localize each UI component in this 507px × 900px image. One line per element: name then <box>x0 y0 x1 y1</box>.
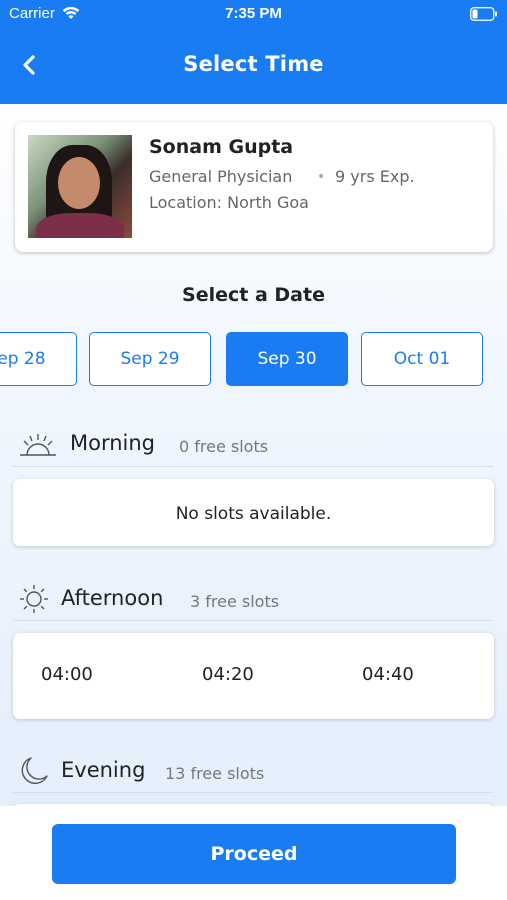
time-slot-0440[interactable]: 04:40 <box>362 664 414 685</box>
morning-title: Morning <box>70 431 156 455</box>
content-area: Sonam Gupta General Physician • 9 yrs Ex… <box>0 104 507 806</box>
select-date-title: Select a Date <box>182 284 325 306</box>
date-chip-sep-29[interactable]: Sep 29 <box>89 332 211 386</box>
sun-icon <box>20 585 48 613</box>
separator-dot: • <box>317 169 326 185</box>
morning-slot-count: 0 free slots <box>179 437 269 456</box>
time-slot-0420[interactable]: 04:20 <box>202 664 254 685</box>
doctor-experience: 9 yrs Exp. <box>335 167 415 186</box>
page-title: Select Time <box>183 52 324 76</box>
evening-slot-count: 13 free slots <box>165 764 265 783</box>
proceed-button[interactable]: Proceed <box>52 824 456 884</box>
avatar-face <box>58 157 100 209</box>
doctor-name: Sonam Gupta <box>149 136 294 158</box>
bottom-bar: Proceed <box>0 806 507 900</box>
morning-divider <box>13 466 494 467</box>
date-chip-oct-01[interactable]: Oct 01 <box>361 332 483 386</box>
sunrise-icon <box>20 434 56 456</box>
battery-icon <box>470 7 497 21</box>
date-chip-sep-28[interactable]: Sep 28 <box>0 332 77 386</box>
doctor-specialty: General Physician <box>149 167 293 186</box>
doctor-card: Sonam Gupta General Physician • 9 yrs Ex… <box>15 122 493 252</box>
afternoon-slot-count: 3 free slots <box>190 592 280 611</box>
avatar-shirt <box>36 213 124 238</box>
morning-slot-card: No slots available. <box>13 479 494 546</box>
navigation-bar: Select Time <box>0 38 507 94</box>
afternoon-divider <box>13 620 494 621</box>
afternoon-slot-card: 04:00 04:20 04:40 <box>13 633 494 719</box>
moon-icon <box>21 757 48 784</box>
afternoon-title: Afternoon <box>61 586 164 610</box>
evening-title: Evening <box>61 758 146 782</box>
evening-divider <box>13 792 494 793</box>
doctor-avatar <box>28 135 132 238</box>
app-header: Carrier 7:35 PM Select Time <box>0 0 507 104</box>
status-time: 7:35 PM <box>225 5 282 22</box>
time-slot-0400[interactable]: 04:00 <box>41 664 93 685</box>
status-bar: Carrier 7:35 PM <box>0 0 507 28</box>
no-slots-message: No slots available. <box>175 504 332 524</box>
doctor-location: Location: North Goa <box>149 193 309 212</box>
date-chip-sep-30[interactable]: Sep 30 <box>226 332 348 386</box>
